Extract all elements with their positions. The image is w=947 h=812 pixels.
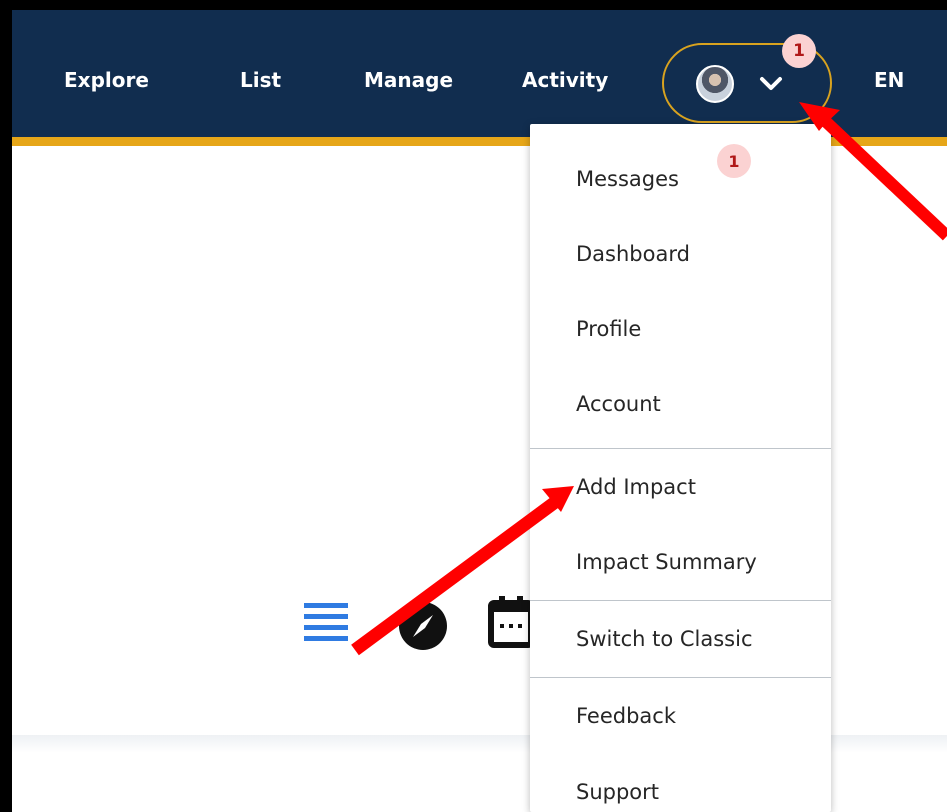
profile-dropdown-menu: Messages 1 Dashboard Profile Account Add…: [530, 124, 831, 812]
menu-item-switch-to-classic[interactable]: Switch to Classic: [530, 601, 831, 676]
calendar-icon[interactable]: [488, 595, 534, 651]
nav-link-manage[interactable]: Manage: [364, 68, 453, 92]
menu-item-support[interactable]: Support: [530, 754, 831, 812]
menu-item-support-label: Support: [576, 779, 660, 804]
language-selector[interactable]: EN: [874, 68, 904, 92]
menu-item-switch-to-classic-label: Switch to Classic: [576, 626, 753, 651]
menu-item-add-impact-label: Add Impact: [576, 474, 696, 499]
menu-item-dashboard-label: Dashboard: [576, 241, 690, 266]
nav-link-explore[interactable]: Explore: [64, 68, 149, 92]
menu-item-profile[interactable]: Profile: [530, 291, 831, 366]
avatar: [696, 65, 734, 103]
menu-item-impact-summary-label: Impact Summary: [576, 549, 757, 574]
menu-item-account[interactable]: Account: [530, 366, 831, 441]
menu-item-feedback[interactable]: Feedback: [530, 678, 831, 753]
compass-icon[interactable]: [397, 600, 449, 652]
menu-item-impact-summary[interactable]: Impact Summary: [530, 524, 831, 599]
menu-item-feedback-label: Feedback: [576, 703, 677, 728]
notification-badge: 1: [782, 34, 816, 68]
menu-item-account-label: Account: [576, 391, 661, 416]
menu-item-messages-label: Messages: [576, 166, 679, 191]
menu-item-profile-label: Profile: [576, 316, 642, 341]
list-icon[interactable]: [302, 600, 350, 642]
chevron-down-icon: [760, 77, 782, 90]
menu-item-messages[interactable]: Messages: [530, 141, 831, 216]
menu-item-add-impact[interactable]: Add Impact: [530, 449, 831, 524]
messages-badge: 1: [717, 144, 751, 178]
screenshot-frame: Explore List Manage Activity 1 EN Messag…: [0, 0, 947, 812]
nav-link-list[interactable]: List: [240, 68, 281, 92]
menu-item-dashboard[interactable]: Dashboard: [530, 216, 831, 291]
app-screen: Explore List Manage Activity 1 EN Messag…: [12, 10, 947, 812]
nav-link-activity[interactable]: Activity: [522, 68, 608, 92]
